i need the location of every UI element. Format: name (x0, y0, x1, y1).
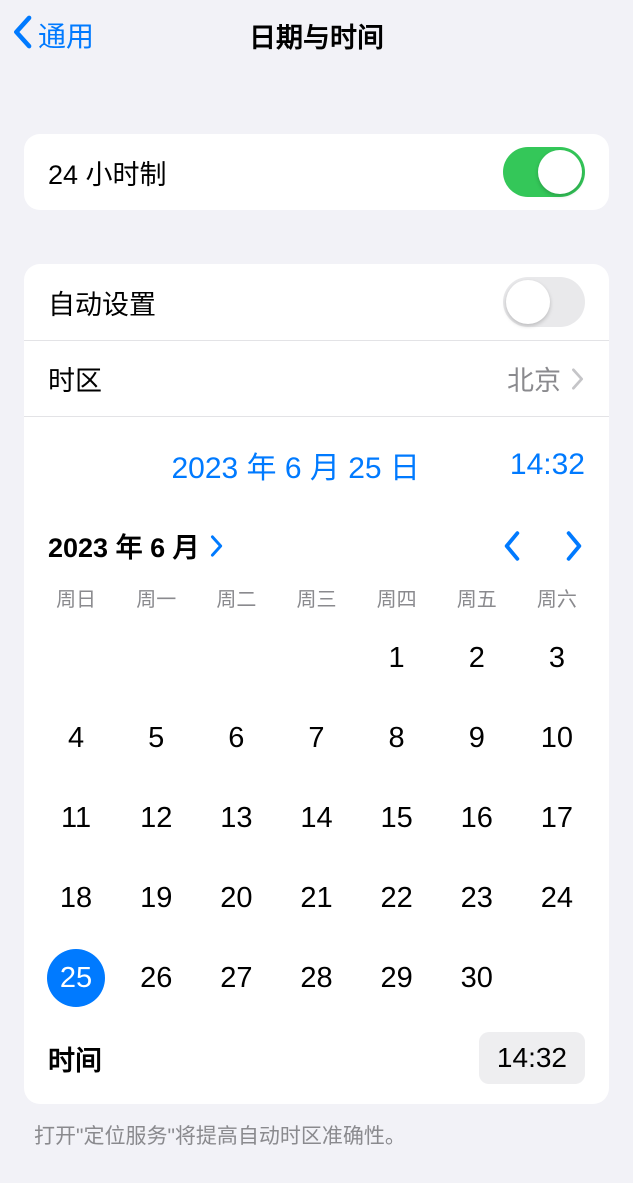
time-row-label: 时间 (48, 1039, 102, 1078)
date-number: 1 (368, 629, 426, 687)
date-number: 4 (47, 709, 105, 767)
date-cell[interactable]: 4 (36, 698, 116, 778)
back-button[interactable]: 通用 (0, 15, 94, 56)
date-cell[interactable]: 30 (437, 938, 517, 1018)
date-cell[interactable]: 3 (517, 618, 597, 698)
date-number: 20 (207, 869, 265, 927)
date-cell[interactable]: 19 (116, 858, 196, 938)
date-cell[interactable]: 11 (36, 778, 116, 858)
month-label: 2023 年 6 月 (48, 526, 200, 565)
date-cell[interactable]: 18 (36, 858, 116, 938)
date-number: 30 (448, 949, 506, 1007)
weekday-label: 周四 (357, 583, 437, 612)
date-number: 29 (368, 949, 426, 1007)
row-auto-set: 自动设置 (24, 264, 609, 340)
date-cell[interactable]: 8 (357, 698, 437, 778)
weekday-label: 周三 (276, 583, 356, 612)
date-number: 21 (287, 869, 345, 927)
date-cell[interactable]: 27 (196, 938, 276, 1018)
date-cell[interactable]: 14 (276, 778, 356, 858)
date-number: 17 (528, 789, 586, 847)
row-datetime-display: 2023 年 6 月 25 日 14:32 (24, 416, 609, 512)
date-number: 2 (448, 629, 506, 687)
date-cell[interactable]: 16 (437, 778, 517, 858)
weekday-label: 周六 (517, 583, 597, 612)
date-number: 11 (47, 789, 105, 847)
date-number: 26 (127, 949, 185, 1007)
page-title: 日期与时间 (0, 16, 633, 55)
date-cell[interactable]: 25 (36, 938, 116, 1018)
date-number: 25 (47, 949, 105, 1007)
row-24hour: 24 小时制 (24, 134, 609, 210)
date-number: 16 (448, 789, 506, 847)
date-cell[interactable]: 13 (196, 778, 276, 858)
date-cell[interactable]: 15 (357, 778, 437, 858)
next-month-button[interactable] (563, 530, 585, 562)
date-cell[interactable]: 12 (116, 778, 196, 858)
prev-month-button[interactable] (501, 530, 523, 562)
date-cell[interactable]: 21 (276, 858, 356, 938)
toggle-24hour[interactable] (503, 147, 585, 197)
date-cell[interactable]: 22 (357, 858, 437, 938)
date-cell[interactable]: 1 (357, 618, 437, 698)
date-cell[interactable]: 23 (437, 858, 517, 938)
date-number: 18 (47, 869, 105, 927)
date-number: 12 (127, 789, 185, 847)
date-cell[interactable]: 2 (437, 618, 517, 698)
date-number: 24 (528, 869, 586, 927)
date-number: 7 (287, 709, 345, 767)
row-timezone-value: 北京 (507, 359, 561, 398)
date-cell[interactable]: 17 (517, 778, 597, 858)
date-cell[interactable]: 6 (196, 698, 276, 778)
row-24hour-label: 24 小时制 (48, 153, 167, 192)
date-cell[interactable]: 20 (196, 858, 276, 938)
back-label: 通用 (38, 15, 94, 55)
date-number: 9 (448, 709, 506, 767)
group-main: 自动设置 时区 北京 2023 年 6 月 25 日 14:32 2023 年 … (24, 264, 609, 1104)
row-timezone[interactable]: 时区 北京 (24, 340, 609, 416)
group-24hour: 24 小时制 (24, 134, 609, 210)
date-number: 13 (207, 789, 265, 847)
date-cell-empty (116, 618, 196, 698)
time-picker-button[interactable]: 14:32 (479, 1032, 585, 1084)
date-cell[interactable]: 9 (437, 698, 517, 778)
date-cell[interactable]: 29 (357, 938, 437, 1018)
date-number: 23 (448, 869, 506, 927)
date-number: 8 (368, 709, 426, 767)
weekday-label: 周一 (116, 583, 196, 612)
date-cell[interactable]: 24 (517, 858, 597, 938)
month-picker-button[interactable]: 2023 年 6 月 (48, 526, 224, 565)
date-cell[interactable]: 26 (116, 938, 196, 1018)
date-number: 15 (368, 789, 426, 847)
row-timezone-label: 时区 (48, 359, 102, 398)
date-number: 28 (287, 949, 345, 1007)
date-number: 14 (287, 789, 345, 847)
row-time: 时间 14:32 (24, 1026, 609, 1104)
date-number: 6 (207, 709, 265, 767)
toggle-auto-set[interactable] (503, 277, 585, 327)
date-cell[interactable]: 28 (276, 938, 356, 1018)
date-number: 3 (528, 629, 586, 687)
date-display[interactable]: 2023 年 6 月 25 日 (171, 443, 419, 487)
date-number: 22 (368, 869, 426, 927)
row-auto-set-label: 自动设置 (48, 283, 156, 322)
date-number: 27 (207, 949, 265, 1007)
footer-hint: 打开"定位服务"将提高自动时区准确性。 (34, 1120, 599, 1150)
date-cell[interactable]: 7 (276, 698, 356, 778)
chevron-left-icon (12, 15, 32, 56)
weekday-label: 周日 (36, 583, 116, 612)
date-number: 19 (127, 869, 185, 927)
date-cell-empty (196, 618, 276, 698)
date-cell[interactable]: 10 (517, 698, 597, 778)
weekday-label: 周二 (196, 583, 276, 612)
chevron-right-icon (571, 368, 585, 390)
time-display[interactable]: 14:32 (510, 448, 585, 482)
date-number: 10 (528, 709, 586, 767)
date-number: 5 (127, 709, 185, 767)
date-cell-empty (36, 618, 116, 698)
chevron-right-icon (210, 535, 224, 557)
weekday-label: 周五 (437, 583, 517, 612)
date-cell-empty (276, 618, 356, 698)
date-cell[interactable]: 5 (116, 698, 196, 778)
